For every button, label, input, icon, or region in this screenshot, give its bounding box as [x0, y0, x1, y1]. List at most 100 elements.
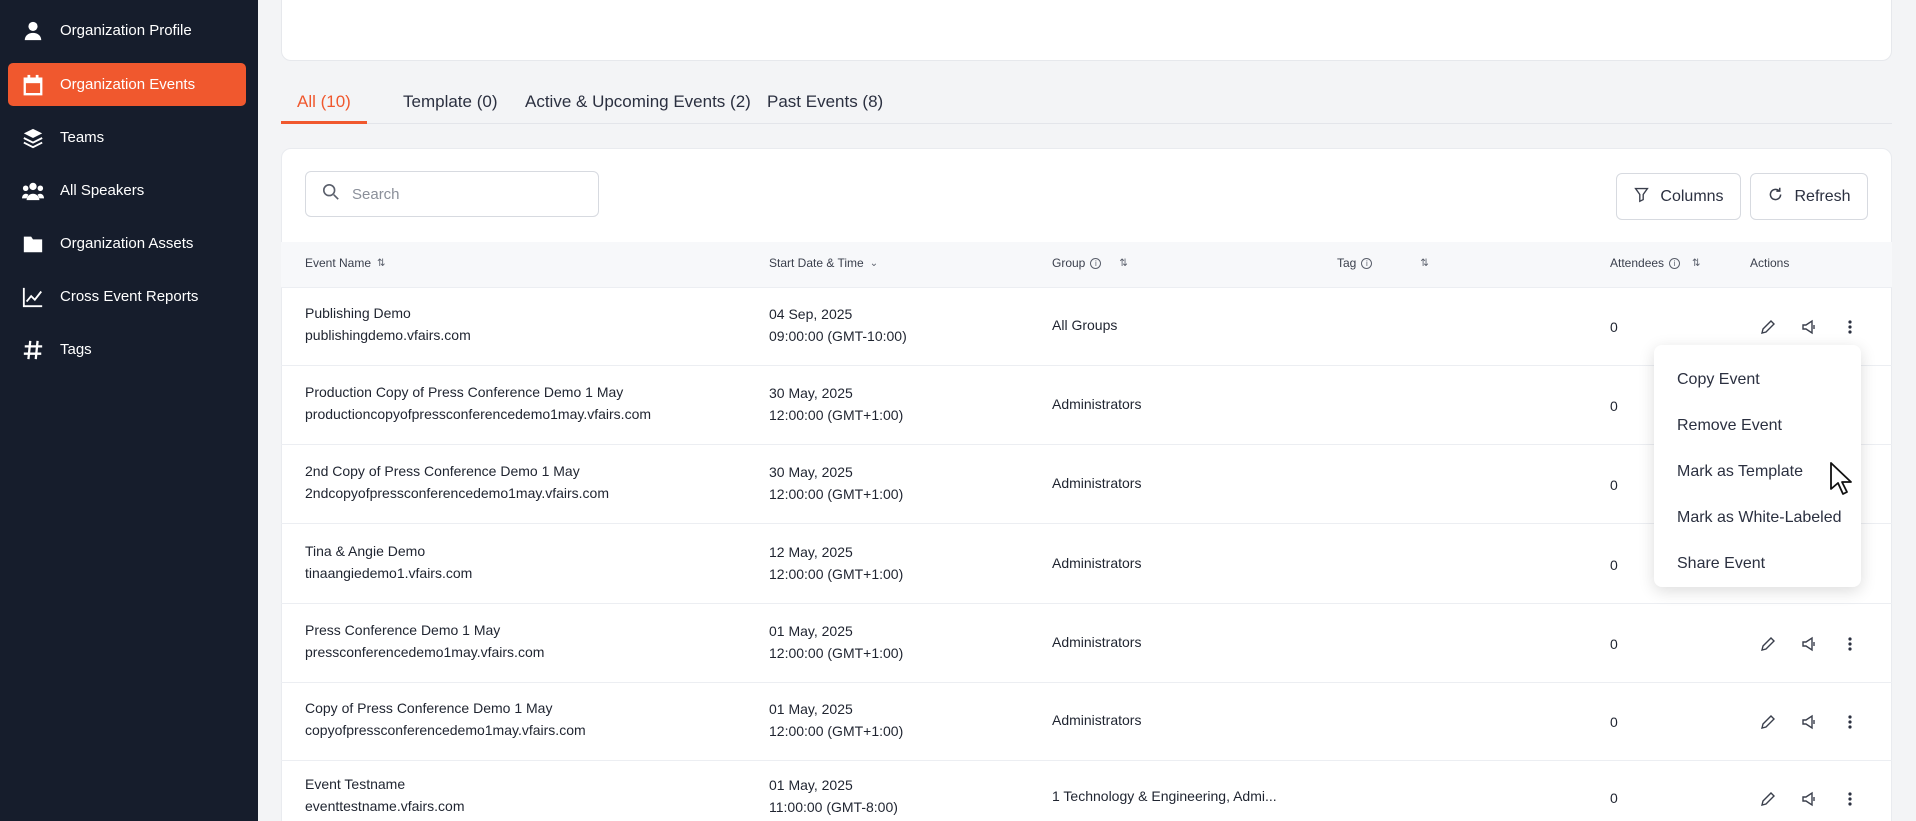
col-tag[interactable]: Tag i ⇅ — [1337, 256, 1429, 270]
event-attendees: 0 — [1610, 319, 1618, 335]
user-icon — [22, 20, 44, 42]
table-row[interactable]: Event Testname eventtestname.vfairs.com 0… — [281, 761, 1892, 821]
sidebar-item-tags[interactable]: Tags — [8, 328, 246, 371]
folder-icon — [22, 233, 44, 255]
mouse-cursor-icon — [1830, 462, 1852, 495]
event-name: 2nd Copy of Press Conference Demo 1 May — [305, 463, 580, 479]
refresh-label: Refresh — [1794, 187, 1851, 205]
sidebar: Organization Profile Organization Events… — [0, 0, 258, 821]
tab-all[interactable]: All (10) — [281, 84, 367, 124]
sidebar-item-organization-profile[interactable]: Organization Profile — [8, 9, 246, 52]
col-group[interactable]: Group i ⇅ — [1052, 256, 1128, 270]
calendar-icon — [22, 74, 44, 96]
sidebar-item-label: Tags — [60, 341, 92, 358]
event-tabs: All (10) Template (0) Active & Upcoming … — [281, 84, 1892, 124]
more-vertical-icon[interactable] — [1840, 317, 1860, 337]
tab-active-upcoming[interactable]: Active & Upcoming Events (2) — [509, 84, 767, 124]
tab-past-events[interactable]: Past Events (8) — [751, 84, 899, 124]
megaphone-icon[interactable] — [1799, 712, 1819, 732]
megaphone-icon[interactable] — [1799, 789, 1819, 809]
info-icon[interactable]: i — [1090, 257, 1102, 269]
event-url: publishingdemo.vfairs.com — [305, 327, 471, 343]
columns-label: Columns — [1660, 187, 1724, 205]
event-time: 12:00:00 (GMT+1:00) — [769, 645, 904, 661]
col-actions-label: Actions — [1750, 256, 1790, 270]
event-attendees: 0 — [1610, 557, 1618, 573]
sort-icon[interactable]: ⇅ — [1692, 258, 1700, 269]
sidebar-item-cross-event-reports[interactable]: Cross Event Reports — [8, 275, 246, 318]
sidebar-item-all-speakers[interactable]: All Speakers — [8, 169, 246, 212]
sidebar-item-organization-assets[interactable]: Organization Assets — [8, 222, 246, 265]
sidebar-item-label: Organization Events — [60, 76, 196, 93]
chevron-down-icon[interactable]: ⌄ — [870, 258, 878, 269]
event-name: Copy of Press Conference Demo 1 May — [305, 700, 553, 716]
filter-icon — [1633, 186, 1660, 208]
event-group: Administrators — [1052, 555, 1142, 571]
users-icon — [22, 180, 44, 202]
col-start-date-label: Start Date & Time — [769, 256, 864, 270]
event-group: All Groups — [1052, 317, 1118, 333]
more-vertical-icon[interactable] — [1840, 789, 1860, 809]
table-row[interactable]: Copy of Press Conference Demo 1 May copyo… — [281, 683, 1892, 761]
search-box[interactable] — [305, 171, 599, 217]
top-card — [281, 0, 1892, 61]
event-name: Event Testname — [305, 776, 406, 792]
menu-item-remove-event[interactable]: Remove Event — [1654, 403, 1861, 449]
event-date: 12 May, 2025 — [769, 544, 853, 560]
menu-item-share-event[interactable]: Share Event — [1654, 541, 1861, 587]
col-group-label: Group — [1052, 256, 1086, 270]
edit-icon[interactable] — [1758, 634, 1778, 654]
tab-template[interactable]: Template (0) — [387, 84, 513, 124]
edit-icon[interactable] — [1758, 712, 1778, 732]
megaphone-icon[interactable] — [1799, 634, 1819, 654]
edit-icon[interactable] — [1758, 317, 1778, 337]
more-vertical-icon[interactable] — [1840, 712, 1860, 732]
col-event-name-label: Event Name — [305, 256, 372, 270]
sort-icon[interactable]: ⇅ — [1119, 258, 1127, 269]
menu-item-mark-as-white-labeled[interactable]: Mark as White-Labeled — [1654, 495, 1861, 541]
table-row[interactable]: Publishing Demo publishingdemo.vfairs.com… — [281, 288, 1892, 366]
event-url: pressconferencedemo1may.vfairs.com — [305, 644, 545, 660]
table-row[interactable]: 2nd Copy of Press Conference Demo 1 May 2… — [281, 446, 1892, 524]
columns-button[interactable]: Columns — [1616, 173, 1741, 220]
search-input[interactable] — [352, 185, 582, 203]
table-row[interactable]: Tina & Angie Demo tinaangiedemo1.vfairs.c… — [281, 526, 1892, 604]
event-group: Administrators — [1052, 634, 1142, 650]
hash-icon — [22, 339, 44, 361]
col-attendees-label: Attendees — [1610, 256, 1665, 270]
sidebar-item-label: All Speakers — [60, 182, 145, 199]
sort-icon[interactable]: ⇅ — [377, 258, 385, 269]
info-icon[interactable]: i — [1669, 257, 1681, 269]
sidebar-item-organization-events[interactable]: Organization Events — [8, 63, 246, 106]
event-date: 01 May, 2025 — [769, 777, 853, 793]
col-start-date[interactable]: Start Date & Time ⌄ — [769, 256, 878, 270]
refresh-button[interactable]: Refresh — [1750, 173, 1868, 220]
event-attendees: 0 — [1610, 398, 1618, 414]
event-group: Administrators — [1052, 475, 1142, 491]
event-url: productioncopyofpressconferencedemo1may.… — [305, 406, 652, 422]
table-row[interactable]: Production Copy of Press Conference Demo… — [281, 367, 1892, 445]
event-time: 12:00:00 (GMT+1:00) — [769, 486, 904, 502]
table-row[interactable]: Press Conference Demo 1 May pressconferen… — [281, 605, 1892, 683]
event-name: Press Conference Demo 1 May — [305, 622, 501, 638]
sidebar-item-label: Organization Profile — [60, 22, 192, 39]
sidebar-item-label: Teams — [60, 129, 105, 146]
info-icon[interactable]: i — [1361, 257, 1373, 269]
chart-line-icon — [22, 286, 44, 308]
menu-item-copy-event[interactable]: Copy Event — [1654, 357, 1861, 403]
col-event-name[interactable]: Event Name ⇅ — [305, 256, 385, 270]
event-name: Publishing Demo — [305, 305, 411, 321]
event-group: Administrators — [1052, 712, 1142, 728]
search-icon — [322, 183, 340, 206]
sidebar-item-teams[interactable]: Teams — [8, 116, 246, 159]
megaphone-icon[interactable] — [1799, 317, 1819, 337]
edit-icon[interactable] — [1758, 789, 1778, 809]
col-tag-label: Tag — [1337, 256, 1357, 270]
sort-icon[interactable]: ⇅ — [1420, 258, 1428, 269]
event-time: 12:00:00 (GMT+1:00) — [769, 723, 904, 739]
event-name: Tina & Angie Demo — [305, 543, 426, 559]
refresh-icon — [1767, 186, 1794, 208]
more-vertical-icon[interactable] — [1840, 634, 1860, 654]
col-attendees[interactable]: Attendees i ⇅ — [1610, 256, 1700, 270]
layers-icon — [22, 127, 44, 149]
